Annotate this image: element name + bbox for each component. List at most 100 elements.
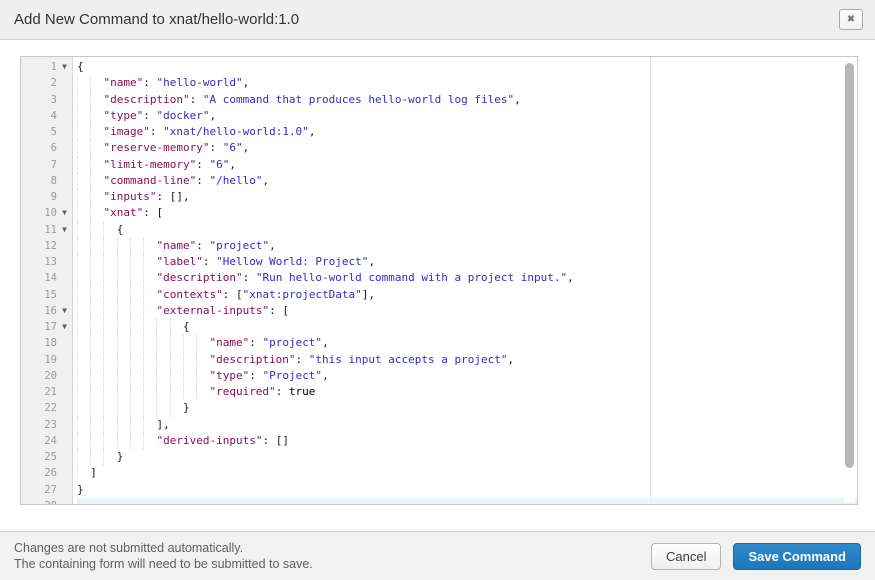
line-number: 24: [21, 433, 57, 449]
code-line[interactable]: "contexts": ["xnat:projectData"],: [77, 287, 857, 303]
indent-guide: [77, 368, 78, 384]
line-number: 4: [21, 108, 57, 124]
indent-guide: [90, 173, 91, 189]
indent-guide: [143, 335, 144, 351]
indent-guide: [196, 384, 197, 400]
line-number: 12: [21, 238, 57, 254]
dialog-footer: Changes are not submitted automatically.…: [0, 531, 875, 580]
indent-guide: [77, 140, 78, 156]
indent-guide: [183, 352, 184, 368]
code-line[interactable]: "derived-inputs": []: [77, 433, 857, 449]
gutter-line: 22: [21, 400, 72, 416]
indent-guide: [130, 238, 131, 254]
fold-arrow-icon[interactable]: ▼: [57, 205, 72, 221]
editor-scrollbar[interactable]: [844, 59, 855, 502]
gutter-line: 21: [21, 384, 72, 400]
indent-guide: [117, 433, 118, 449]
code-line[interactable]: "type": "Project",: [77, 368, 857, 384]
line-number: 6: [21, 140, 57, 156]
indent-guide: [170, 352, 171, 368]
code-line[interactable]: "name": "project",: [77, 238, 857, 254]
indent-guide: [196, 368, 197, 384]
indent-guide: [170, 335, 171, 351]
indent-guide: [90, 205, 91, 221]
indent-guide: [103, 270, 104, 286]
indent-guide: [156, 352, 157, 368]
code-line[interactable]: ],: [77, 417, 857, 433]
gutter-line: 7: [21, 157, 72, 173]
code-line[interactable]: "limit-memory": "6",: [77, 157, 857, 173]
indent-guide: [90, 368, 91, 384]
code-line[interactable]: "name": "project",: [77, 335, 857, 351]
indent-guide: [183, 368, 184, 384]
code-line[interactable]: "xnat": [: [77, 205, 857, 221]
indent-guide: [130, 254, 131, 270]
indent-guide: [77, 303, 78, 319]
indent-guide: [77, 222, 78, 238]
code-line[interactable]: }: [77, 482, 857, 498]
code-line[interactable]: ]: [77, 465, 857, 481]
code-line[interactable]: "description": "Run hello-world command …: [77, 270, 857, 286]
indent-guide: [143, 433, 144, 449]
code-line[interactable]: "inputs": [],: [77, 189, 857, 205]
indent-guide: [117, 352, 118, 368]
editor-code-area[interactable]: { "name": "hello-world", "description": …: [73, 57, 857, 504]
code-line[interactable]: "required": true: [77, 384, 857, 400]
code-line[interactable]: {: [77, 59, 857, 75]
indent-guide: [90, 303, 91, 319]
indent-guide: [77, 287, 78, 303]
fold-arrow-icon[interactable]: ▼: [57, 222, 72, 238]
gutter-line: 2: [21, 75, 72, 91]
code-line-active[interactable]: [77, 498, 857, 504]
code-line[interactable]: "label": "Hellow World: Project",: [77, 254, 857, 270]
indent-guide: [77, 352, 78, 368]
indent-guide: [90, 417, 91, 433]
gutter-line: 19: [21, 352, 72, 368]
indent-guide: [103, 319, 104, 335]
code-line[interactable]: "command-line": "/hello",: [77, 173, 857, 189]
code-line[interactable]: {: [77, 222, 857, 238]
save-command-button[interactable]: Save Command: [733, 543, 861, 570]
close-button[interactable]: ✖: [839, 9, 863, 30]
indent-guide: [117, 270, 118, 286]
code-line[interactable]: "image": "xnat/hello-world:1.0",: [77, 124, 857, 140]
code-line[interactable]: }: [77, 449, 857, 465]
code-line[interactable]: "reserve-memory": "6",: [77, 140, 857, 156]
code-line[interactable]: "name": "hello-world",: [77, 75, 857, 91]
dialog-title: Add New Command to xnat/hello-world:1.0: [14, 11, 839, 28]
indent-guide: [90, 140, 91, 156]
json-code-editor[interactable]: 1▼2345678910▼11▼1213141516▼17▼1819202122…: [20, 56, 858, 505]
code-line[interactable]: "type": "docker",: [77, 108, 857, 124]
fold-arrow-icon[interactable]: ▼: [57, 59, 72, 75]
dialog-body: 1▼2345678910▼11▼1213141516▼17▼1819202122…: [0, 40, 875, 531]
indent-guide: [77, 92, 78, 108]
indent-guide: [77, 270, 78, 286]
line-number: 7: [21, 157, 57, 173]
line-number: 28: [21, 498, 57, 504]
indent-guide: [156, 319, 157, 335]
indent-guide: [90, 222, 91, 238]
cancel-button[interactable]: Cancel: [651, 543, 721, 570]
indent-guide: [130, 368, 131, 384]
indent-guide: [90, 319, 91, 335]
indent-guide: [77, 108, 78, 124]
indent-guide: [117, 335, 118, 351]
scrollbar-thumb[interactable]: [845, 63, 854, 468]
indent-guide: [130, 319, 131, 335]
code-line[interactable]: "description": "A command that produces …: [77, 92, 857, 108]
indent-guide: [103, 368, 104, 384]
indent-guide: [77, 319, 78, 335]
indent-guide: [130, 352, 131, 368]
code-line[interactable]: }: [77, 400, 857, 416]
code-line[interactable]: "external-inputs": [: [77, 303, 857, 319]
indent-guide: [196, 352, 197, 368]
gutter-line: 10▼: [21, 205, 72, 221]
indent-guide: [90, 238, 91, 254]
gutter-line: 18: [21, 335, 72, 351]
fold-arrow-icon[interactable]: ▼: [57, 319, 72, 335]
code-line[interactable]: {: [77, 319, 857, 335]
code-line[interactable]: "description": "this input accepts a pro…: [77, 352, 857, 368]
indent-guide: [170, 319, 171, 335]
indent-guide: [103, 433, 104, 449]
fold-arrow-icon[interactable]: ▼: [57, 303, 72, 319]
